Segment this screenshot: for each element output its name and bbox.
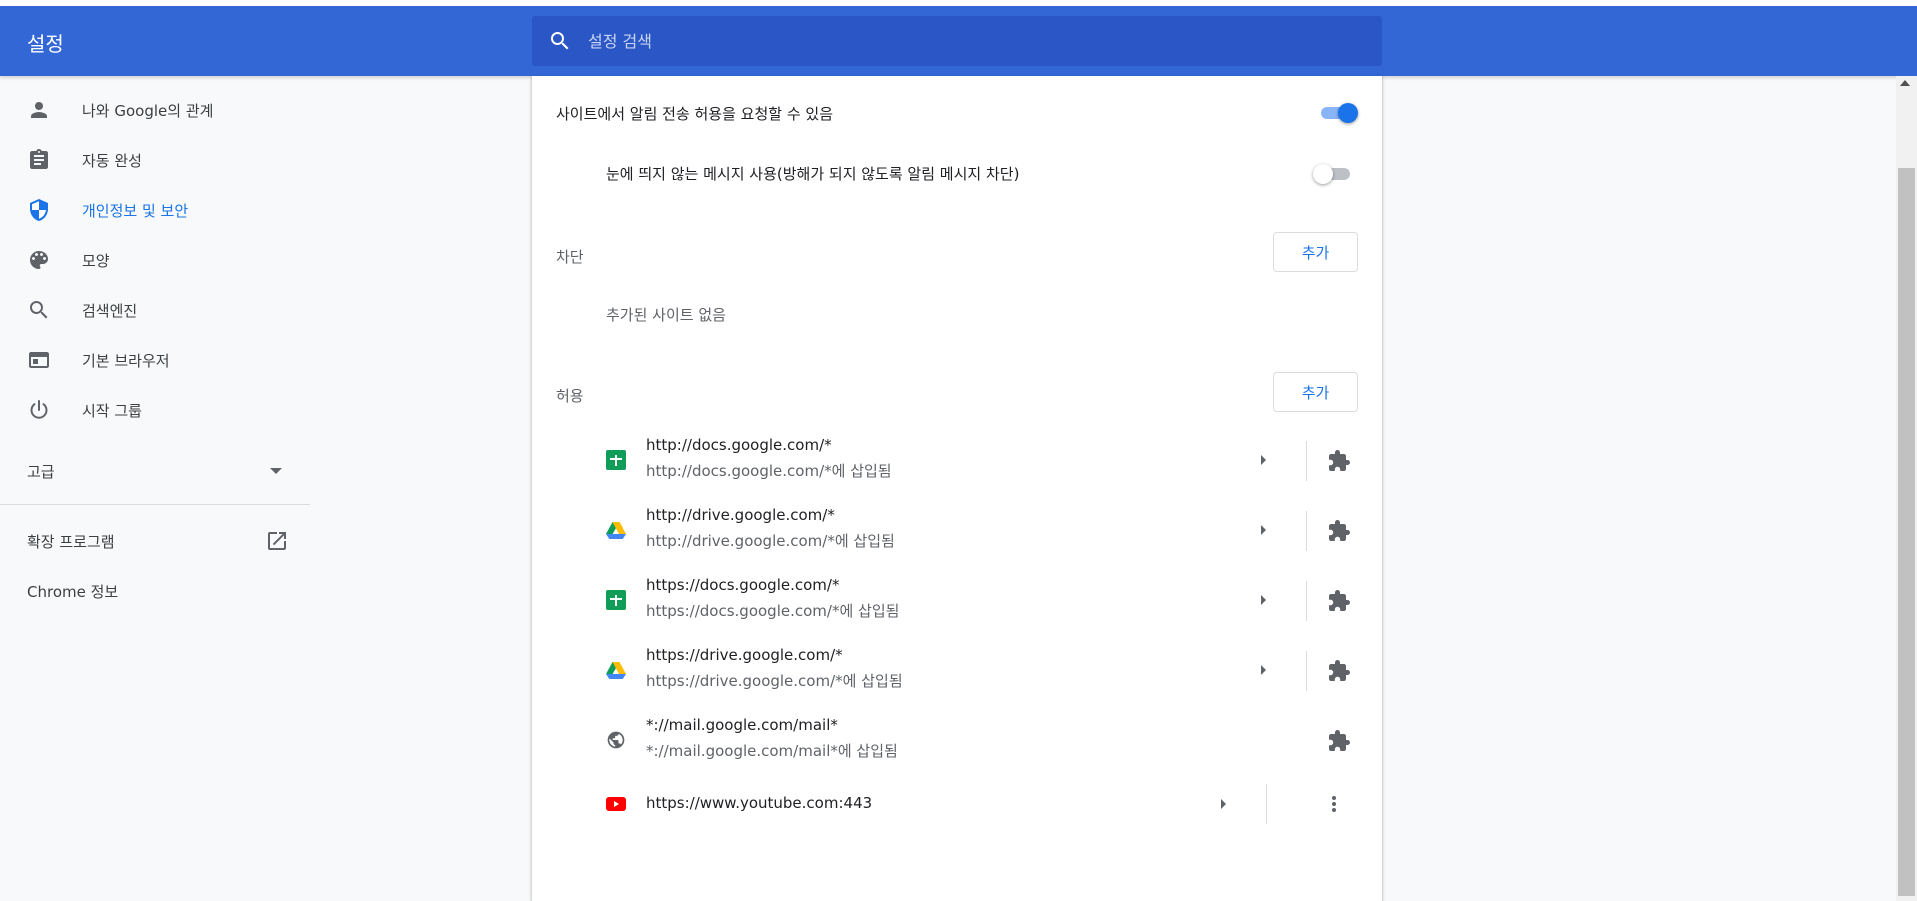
caret-down-icon [270, 468, 282, 474]
sidebar-item-label: 자동 완성 [82, 151, 142, 170]
allowed-site-row[interactable]: http://docs.google.com/* http://docs.goo… [532, 426, 1382, 496]
drive-icon [606, 662, 626, 679]
site-embedded-note: https://docs.google.com/*에 삽입됨 [646, 602, 900, 620]
sidebar-item-privacy-security[interactable]: 개인정보 및 보안 [0, 188, 310, 232]
sidebar-divider [0, 504, 310, 505]
palette-icon [30, 251, 48, 269]
youtube-icon [606, 797, 626, 811]
sidebar-item-label: 나와 Google의 관계 [82, 101, 214, 120]
scrollbar-thumb[interactable] [1898, 168, 1915, 896]
clipboard-icon [30, 149, 48, 169]
person-icon [31, 102, 47, 118]
more-vert-icon[interactable] [1322, 792, 1346, 816]
site-settings-card: 사이트에서 알림 전송 허용을 요청할 수 있음 눈에 띄지 않는 메시지 사용… [532, 76, 1382, 901]
scroll-up-arrow-icon[interactable] [1900, 80, 1910, 86]
row-separator [1306, 581, 1307, 621]
site-embedded-note: *://mail.google.com/mail*에 삽입됨 [646, 742, 898, 760]
row-separator [1306, 511, 1307, 551]
advanced-toggle[interactable]: 고급 [0, 449, 310, 493]
sidebar-item-appearance[interactable]: 모양 [0, 238, 310, 282]
sidebar-item-you-and-google[interactable]: 나와 Google의 관계 [0, 88, 310, 132]
site-embedded-note: http://drive.google.com/*에 삽입됨 [646, 532, 895, 550]
row-arrow-icon[interactable] [1261, 665, 1266, 675]
sidebar: 나와 Google의 관계 자동 완성 개인정보 및 보안 모양 검색엔진 기본… [0, 76, 310, 901]
quiet-messaging-toggle[interactable] [1313, 164, 1353, 184]
power-icon [30, 400, 48, 419]
sidebar-item-autofill[interactable]: 자동 완성 [0, 138, 310, 182]
sidebar-item-label: 기본 브라우저 [82, 351, 170, 370]
settings-page: 설정 나와 Google의 관계 자동 완성 개인정보 및 보안 모양 검색엔진 [0, 0, 1917, 901]
header-bar: 설정 [0, 6, 1917, 76]
row-separator [1306, 651, 1307, 691]
drive-icon [606, 522, 626, 539]
sidebar-item-search-engine[interactable]: 검색엔진 [0, 288, 310, 332]
row-separator [1266, 784, 1267, 824]
extension-puzzle-icon [1329, 590, 1350, 611]
site-embedded-note: https://drive.google.com/*에 삽입됨 [646, 672, 903, 690]
row-arrow-icon[interactable] [1261, 595, 1266, 605]
site-url: http://docs.google.com/* [646, 436, 832, 454]
sidebar-item-label: 모양 [82, 251, 110, 270]
browser-icon [29, 352, 49, 368]
site-url: https://docs.google.com/* [646, 576, 840, 594]
row-arrow-icon[interactable] [1221, 799, 1226, 809]
sidebar-item-about-chrome[interactable]: Chrome 정보 [27, 581, 118, 602]
search-icon [30, 301, 48, 319]
sheets-icon [606, 590, 626, 610]
allowed-site-row[interactable]: https://www.youtube.com:443 [532, 776, 1382, 836]
row-arrow-icon[interactable] [1261, 455, 1266, 465]
extension-puzzle-icon [1329, 730, 1350, 751]
allow-add-button[interactable]: 추가 [1273, 372, 1358, 412]
search-icon[interactable] [548, 29, 572, 53]
allow-section-title: 허용 [556, 387, 584, 405]
site-url: https://drive.google.com/* [646, 646, 843, 664]
extension-puzzle-icon [1329, 660, 1350, 681]
row-arrow-icon[interactable] [1261, 525, 1266, 535]
ask-permission-label: 사이트에서 알림 전송 허용을 요청할 수 있음 [556, 105, 834, 123]
allowed-site-row[interactable]: http://drive.google.com/* http://drive.g… [532, 496, 1382, 566]
page-title: 설정 [27, 32, 64, 56]
site-url: *://mail.google.com/mail* [646, 716, 838, 734]
row-separator [1306, 441, 1307, 481]
sidebar-item-default-browser[interactable]: 기본 브라우저 [0, 338, 310, 382]
globe-icon [607, 731, 625, 749]
sidebar-item-extensions[interactable]: 확장 프로그램 [27, 531, 115, 552]
extension-puzzle-icon [1329, 450, 1350, 471]
site-embedded-note: http://docs.google.com/*에 삽입됨 [646, 462, 892, 480]
sidebar-item-label: 개인정보 및 보안 [82, 201, 189, 220]
sidebar-item-label: 검색엔진 [82, 301, 138, 320]
site-url: http://drive.google.com/* [646, 506, 835, 524]
quiet-messaging-label: 눈에 띄지 않는 메시지 사용(방해가 되지 않도록 알림 메시지 차단) [606, 165, 1020, 183]
open-in-new-icon[interactable] [265, 529, 289, 553]
sidebar-item-on-startup[interactable]: 시작 그룹 [0, 388, 310, 432]
search-input[interactable] [588, 16, 1358, 66]
allowed-site-row[interactable]: *://mail.google.com/mail* *://mail.googl… [532, 706, 1382, 776]
block-add-button[interactable]: 추가 [1273, 232, 1358, 272]
sheets-icon [606, 450, 626, 470]
ask-permission-toggle[interactable] [1318, 103, 1358, 123]
extension-puzzle-icon [1329, 520, 1350, 541]
shield-icon [30, 199, 48, 221]
search-box[interactable] [532, 16, 1382, 66]
advanced-label: 고급 [27, 463, 55, 481]
block-section-title: 차단 [556, 248, 584, 266]
sidebar-item-label: 시작 그룹 [82, 401, 142, 420]
block-empty-text: 추가된 사이트 없음 [606, 306, 726, 324]
allowed-site-row[interactable]: https://drive.google.com/* https://drive… [532, 636, 1382, 706]
allowed-site-row[interactable]: https://docs.google.com/* https://docs.g… [532, 566, 1382, 636]
site-url: https://www.youtube.com:443 [646, 794, 873, 812]
